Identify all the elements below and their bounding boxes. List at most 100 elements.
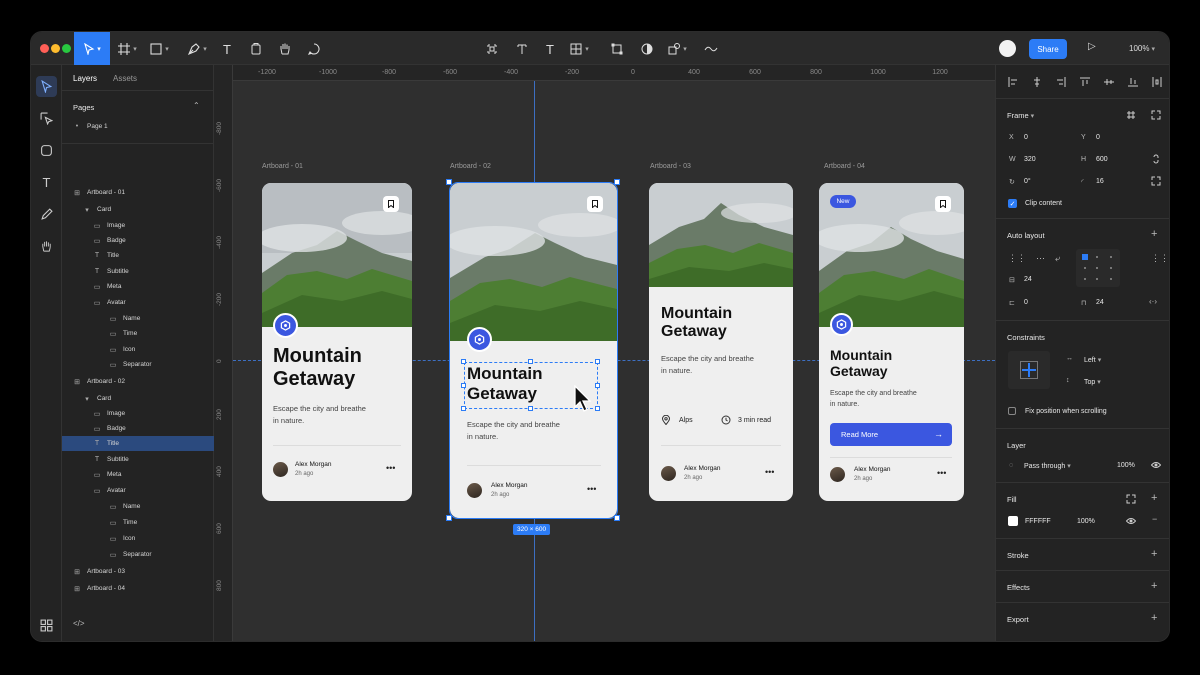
rail-text-button[interactable]: T: [36, 172, 57, 193]
resize-handle[interactable]: [595, 406, 600, 411]
remove-fill-icon[interactable]: −: [1152, 514, 1157, 524]
layer-row[interactable]: ⊞ Artboard - 02: [62, 374, 214, 389]
rail-select-button[interactable]: [36, 108, 57, 129]
eye-icon[interactable]: [1150, 460, 1162, 472]
rail-apps-button[interactable]: [36, 615, 57, 636]
artboard-label[interactable]: Artboard - 02: [450, 163, 491, 170]
resize-handle[interactable]: [614, 179, 620, 185]
layer-row[interactable]: ▭ Name: [62, 311, 214, 326]
fill-hex-input[interactable]: FFFFFF: [1025, 518, 1051, 525]
width-input[interactable]: 320: [1024, 156, 1036, 163]
text-button[interactable]: T: [539, 39, 561, 59]
page-item-1[interactable]: • Page 1: [62, 119, 214, 134]
resources-tool-button[interactable]: [245, 39, 267, 59]
resize-handle[interactable]: [595, 383, 600, 388]
close-window-button[interactable]: [40, 44, 49, 53]
card-artboard-01[interactable]: Mountain Getaway Escape the city and bre…: [262, 183, 412, 501]
layer-row[interactable]: ⊞ Artboard - 01: [62, 185, 214, 200]
align-left-icon[interactable]: [1008, 77, 1018, 89]
pen-tool-button[interactable]: ▾: [186, 39, 208, 59]
align-center-h-icon[interactable]: [1032, 77, 1042, 89]
rail-shape-button[interactable]: [36, 140, 57, 161]
fill-styles-icon[interactable]: [1126, 494, 1136, 506]
bookmark-button[interactable]: [935, 196, 951, 212]
artboard-label[interactable]: Artboard - 04: [824, 163, 865, 170]
align-center-v-icon[interactable]: [1104, 77, 1114, 89]
tab-layers[interactable]: Layers: [73, 74, 97, 83]
move-tool-button[interactable]: ▾: [74, 32, 110, 65]
layer-row[interactable]: ▭ Badge: [62, 233, 214, 248]
layer-row[interactable]: ⊞ Artboard - 03: [62, 564, 214, 579]
resize-handle[interactable]: [614, 515, 620, 521]
direction-horizontal-icon[interactable]: ⋯: [1036, 253, 1045, 265]
layer-row[interactable]: ▭ Separator: [62, 547, 214, 562]
height-input[interactable]: 600: [1096, 156, 1108, 163]
resize-handle[interactable]: [446, 515, 452, 521]
layer-row[interactable]: ▭ Icon: [62, 531, 214, 546]
vector-button[interactable]: [700, 39, 722, 59]
vertical-constraint-dropdown[interactable]: Top ▾: [1084, 378, 1101, 386]
layer-row[interactable]: ▭ Name: [62, 499, 214, 514]
zoom-dropdown[interactable]: 100% ▾: [1129, 44, 1155, 53]
add-stroke-icon[interactable]: +: [1151, 548, 1157, 560]
layer-row[interactable]: ▭ Meta: [62, 467, 214, 482]
more-options-icon[interactable]: •••: [765, 467, 774, 477]
design-canvas[interactable]: -1200 -1000 -800 -600 -400 -200 0 400 600 800 1000…: [214, 65, 995, 641]
more-options-icon[interactable]: •••: [386, 463, 395, 473]
card-artboard-04[interactable]: New Mountain Getaway Escape the city and…: [819, 183, 964, 501]
distribute-icon[interactable]: [1152, 77, 1162, 89]
rotation-input[interactable]: 0°: [1024, 178, 1031, 185]
read-more-button[interactable]: Read More →: [830, 423, 952, 446]
crop-button[interactable]: [481, 39, 503, 59]
grid-button[interactable]: ▾: [568, 39, 590, 59]
layer-row[interactable]: ▭ Badge: [62, 421, 214, 436]
boolean-button[interactable]: ▾: [666, 39, 688, 59]
layer-row[interactable]: ⊞ Artboard - 04: [62, 581, 214, 596]
layer-row[interactable]: ▾ Card: [62, 391, 214, 406]
more-options-icon[interactable]: •••: [937, 468, 946, 478]
alignment-grid[interactable]: [1076, 249, 1120, 287]
fill-opacity-input[interactable]: 100%: [1077, 518, 1095, 525]
comment-tool-button[interactable]: [303, 39, 325, 59]
horizontal-constraint-dropdown[interactable]: Left ▾: [1084, 356, 1101, 364]
constrain-proportions-icon[interactable]: [1151, 154, 1161, 166]
y-input[interactable]: 0: [1096, 134, 1100, 141]
align-top-icon[interactable]: [1080, 77, 1090, 89]
fill-swatch[interactable]: [1008, 516, 1018, 526]
layer-row[interactable]: ▭ Time: [62, 515, 214, 530]
layer-row[interactable]: ▭ Icon: [62, 342, 214, 357]
resize-handle[interactable]: [446, 179, 452, 185]
bookmark-button[interactable]: [383, 196, 399, 212]
resize-handle[interactable]: [461, 383, 466, 388]
resize-handle[interactable]: [595, 359, 600, 364]
layer-row[interactable]: ▭ Separator: [62, 357, 214, 372]
minimize-window-button[interactable]: [51, 44, 60, 53]
rail-hand-button[interactable]: [36, 236, 57, 257]
resize-handle[interactable]: [461, 359, 466, 364]
contrast-button[interactable]: [636, 39, 658, 59]
layer-row[interactable]: ▭ Image: [62, 218, 214, 233]
frame-tool-button[interactable]: ▾: [116, 39, 138, 59]
resize-handle[interactable]: [528, 406, 533, 411]
constraint-widget[interactable]: [1008, 351, 1050, 389]
x-input[interactable]: 0: [1024, 134, 1028, 141]
add-auto-layout-icon[interactable]: +: [1151, 228, 1157, 240]
play-icon[interactable]: ▷: [1088, 41, 1096, 52]
direction-vertical-icon[interactable]: ⋮⋮: [1008, 253, 1026, 265]
gap-input[interactable]: 24: [1024, 276, 1032, 283]
rail-cursor-button[interactable]: [36, 76, 57, 97]
text-tool-button[interactable]: T: [216, 39, 238, 59]
hand-tool-button[interactable]: [274, 39, 296, 59]
frame-heading[interactable]: Frame ▾: [1007, 111, 1034, 120]
maximize-window-button[interactable]: [62, 44, 71, 53]
padding-horizontal-input[interactable]: 0: [1024, 299, 1028, 306]
layer-row[interactable]: T Subtitle: [62, 264, 214, 279]
artboard-label[interactable]: Artboard - 03: [650, 163, 691, 170]
layer-row[interactable]: T Subtitle: [62, 452, 214, 467]
resize-handle[interactable]: [528, 359, 533, 364]
layer-row[interactable]: ▭ Meta: [62, 279, 214, 294]
layer-row[interactable]: ▭ Avatar: [62, 483, 214, 498]
add-fill-icon[interactable]: +: [1151, 492, 1157, 504]
layer-row[interactable]: ▭ Avatar: [62, 295, 214, 310]
user-avatar[interactable]: [999, 40, 1016, 57]
